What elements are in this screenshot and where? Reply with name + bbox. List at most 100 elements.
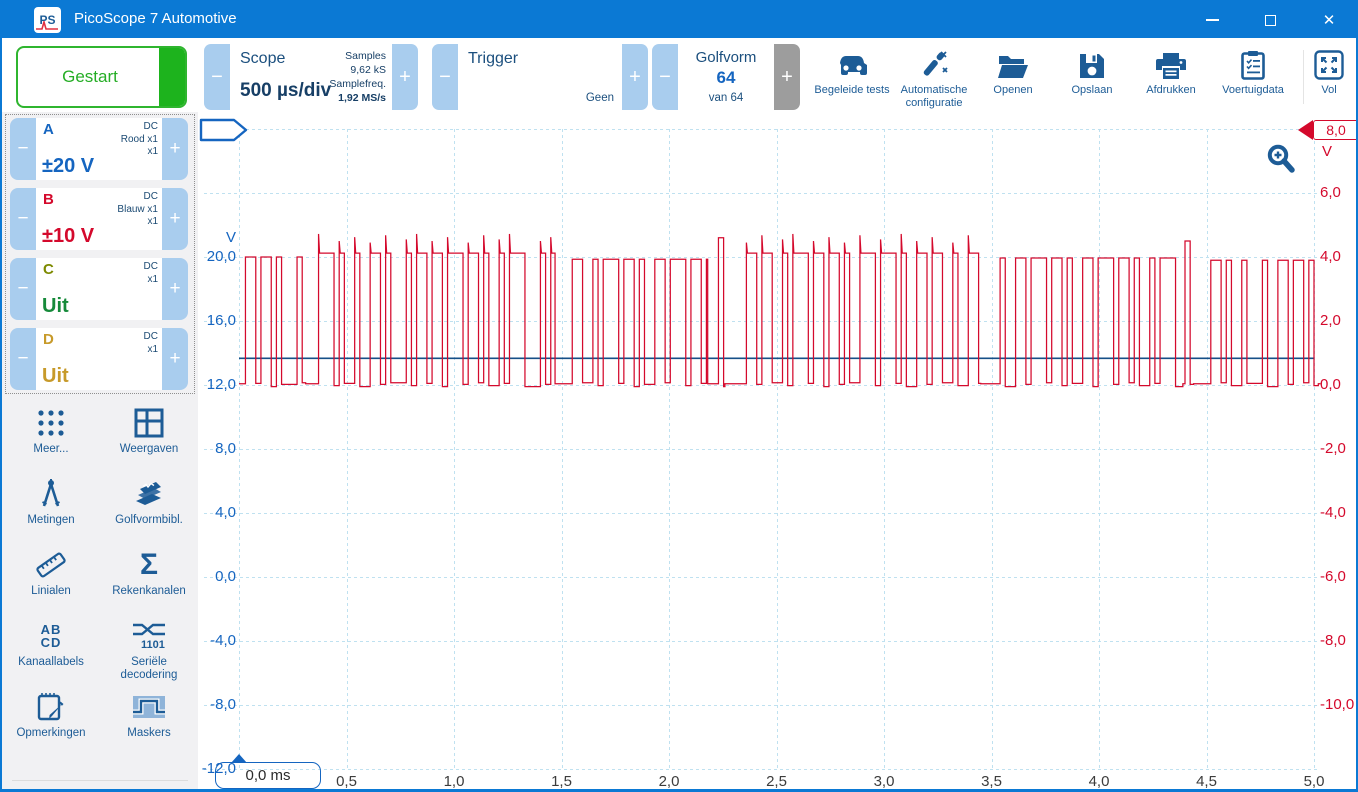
- channel-a-panel: − A DC Rood x1 x1 ±20 V +: [10, 118, 188, 180]
- close-button[interactable]: ✕: [1306, 2, 1352, 38]
- guided-tests-button[interactable]: Begeleide tests: [812, 44, 892, 110]
- channel-d-panel: − D DC x1 Uit +: [10, 328, 188, 390]
- rulers-icon: [34, 548, 68, 582]
- channel-b-probe: Blauw x1: [117, 204, 158, 217]
- axis-label: 0,0: [1320, 375, 1358, 394]
- channel-d-coupling: DC: [144, 331, 158, 344]
- toolbar-button-label: Afdrukken: [1131, 84, 1211, 97]
- maximize-button[interactable]: [1247, 2, 1293, 38]
- start-button-label: Gestart: [18, 67, 162, 87]
- channel-b-body[interactable]: B DC Blauw x1 x1 ±10 V: [36, 188, 162, 250]
- axis-labels-layer: V V 8,0 0,0 ms 20,016,012,08,04,00,0-4,0…: [198, 112, 1358, 792]
- axis-label: 2,0: [1320, 311, 1358, 330]
- tool-label: Opmerkingen: [16, 727, 85, 740]
- timebase-decrease-button[interactable]: −: [204, 44, 230, 110]
- views-button[interactable]: Weergaven: [100, 400, 198, 471]
- axis-label: -2,0: [1320, 439, 1358, 458]
- trigger-decrease-button[interactable]: −: [432, 44, 458, 110]
- channel-b-decrease-button[interactable]: −: [10, 188, 36, 250]
- axis-label: 20,0: [198, 247, 236, 266]
- trigger-body[interactable]: Trigger Geen: [458, 44, 622, 110]
- channel-a-decrease-button[interactable]: −: [10, 118, 36, 180]
- channel-c-settings: DC x1: [144, 261, 158, 286]
- waveform-count: van 64: [678, 92, 774, 104]
- scope-timebase-panel: − Scope 500 µs/div Samples 9,62 kS Sampl…: [204, 44, 418, 110]
- channel-a-probe: Rood x1: [121, 134, 158, 147]
- axis-label: 5,0: [1284, 772, 1344, 791]
- more-button[interactable]: Meer...: [2, 400, 100, 471]
- masks-button[interactable]: Maskers: [100, 684, 198, 755]
- channel-d-body[interactable]: D DC x1 Uit: [36, 328, 162, 390]
- axis-label: 4,0: [1069, 772, 1129, 791]
- axis-label: 0,0: [198, 567, 236, 586]
- channel-labels-button[interactable]: ABCD Kanaallabels: [2, 613, 100, 684]
- notes-button[interactable]: Opmerkingen: [2, 684, 100, 755]
- samples-label: Samples: [329, 49, 386, 63]
- timebase-value: 500 µs/div: [240, 80, 331, 102]
- axis-label: 3,5: [962, 772, 1022, 791]
- axis-label: 1,5: [532, 772, 592, 791]
- toolbar-button-label: Opslaan: [1052, 84, 1132, 97]
- vehicle-data-button[interactable]: Voertuigdata: [1210, 44, 1296, 110]
- zoom-tool-icon[interactable]: [1264, 142, 1298, 176]
- toolbar-button-label: Automatische configuratie: [890, 84, 978, 110]
- notes-icon: [36, 690, 66, 724]
- timebase-increase-button[interactable]: +: [392, 44, 418, 110]
- sidebar-divider: [12, 780, 188, 781]
- channel-c-range: Uit: [42, 295, 69, 318]
- channel-b-increase-button[interactable]: +: [162, 188, 188, 250]
- channel-c-scale: x1: [144, 274, 158, 287]
- waveform-library-button[interactable]: Golfvormbibl.: [100, 471, 198, 542]
- math-channels-button[interactable]: Σ Rekenkanalen: [100, 542, 198, 613]
- open-button[interactable]: Openen: [973, 44, 1053, 110]
- serial-decoding-button[interactable]: 1101 Seriële decodering: [100, 613, 198, 684]
- channel-d-range: Uit: [42, 365, 69, 388]
- axis-label: 4,0: [1320, 247, 1358, 266]
- axis-label: 16,0: [198, 311, 236, 330]
- scope-graph[interactable]: V V 8,0 0,0 ms 20,016,012,08,04,00,0-4,0…: [198, 112, 1358, 792]
- samplerate-label: Samplefreq.: [329, 77, 386, 91]
- minimize-button[interactable]: [1189, 2, 1235, 38]
- rulers-button[interactable]: Linialen: [2, 542, 100, 613]
- axis-label: 1,0: [424, 772, 484, 791]
- channel-d-label: D: [43, 331, 54, 348]
- channel-d-increase-button[interactable]: +: [162, 328, 188, 390]
- trigger-increase-button[interactable]: +: [622, 44, 648, 110]
- sample-info: Samples 9,62 kS Samplefreq. 1,92 MS/s: [329, 49, 386, 105]
- channel-c-body[interactable]: C DC x1 Uit: [36, 258, 162, 320]
- title-bar: PS PicoScope 7 Automotive ✕: [2, 2, 1356, 38]
- axis-label: 2,0: [639, 772, 699, 791]
- axis-label: 6,0: [1320, 183, 1358, 202]
- start-stop-button[interactable]: Gestart: [16, 46, 187, 108]
- channel-a-scale: x1: [121, 146, 158, 159]
- timebase-body[interactable]: Scope 500 µs/div Samples 9,62 kS Samplef…: [230, 44, 392, 110]
- tool-label: Linialen: [31, 585, 71, 598]
- minimize-icon: [1206, 19, 1219, 21]
- channel-d-decrease-button[interactable]: −: [10, 328, 36, 390]
- waveform-panel-title: Golfvorm: [678, 49, 774, 66]
- tool-label: Golfvormbibl.: [115, 514, 183, 527]
- toolbar-button-label: Openen: [973, 84, 1053, 97]
- toolbar-button-label: Vol: [1298, 84, 1358, 97]
- waveform-prev-button[interactable]: −: [652, 44, 678, 110]
- car-icon: [812, 44, 892, 80]
- waveform-body[interactable]: Golfvorm 64 van 64: [678, 44, 774, 110]
- sidebar: − A DC Rood x1 x1 ±20 V + − B DC Blauw x…: [2, 112, 198, 792]
- auto-setup-button[interactable]: Automatische configuratie: [890, 44, 978, 110]
- channel-a-offset-marker[interactable]: [199, 118, 249, 142]
- channel-c-increase-button[interactable]: +: [162, 258, 188, 320]
- scope-panel-title: Scope: [240, 50, 285, 68]
- axis-label: 3,0: [854, 772, 914, 791]
- channel-a-body[interactable]: A DC Rood x1 x1 ±20 V: [36, 118, 162, 180]
- measurements-compass-icon: [36, 477, 66, 511]
- measurements-button[interactable]: Metingen: [2, 471, 100, 542]
- right-level-marker[interactable]: 8,0: [1313, 120, 1358, 140]
- print-button[interactable]: Afdrukken: [1131, 44, 1211, 110]
- samples-value: 9,62 kS: [329, 63, 386, 77]
- right-level-marker-arrow: [1298, 120, 1313, 140]
- channel-c-decrease-button[interactable]: −: [10, 258, 36, 320]
- waveform-next-button[interactable]: +: [774, 44, 800, 110]
- channel-a-increase-button[interactable]: +: [162, 118, 188, 180]
- save-button[interactable]: Opslaan: [1052, 44, 1132, 110]
- fullscreen-button[interactable]: Vol: [1298, 44, 1358, 110]
